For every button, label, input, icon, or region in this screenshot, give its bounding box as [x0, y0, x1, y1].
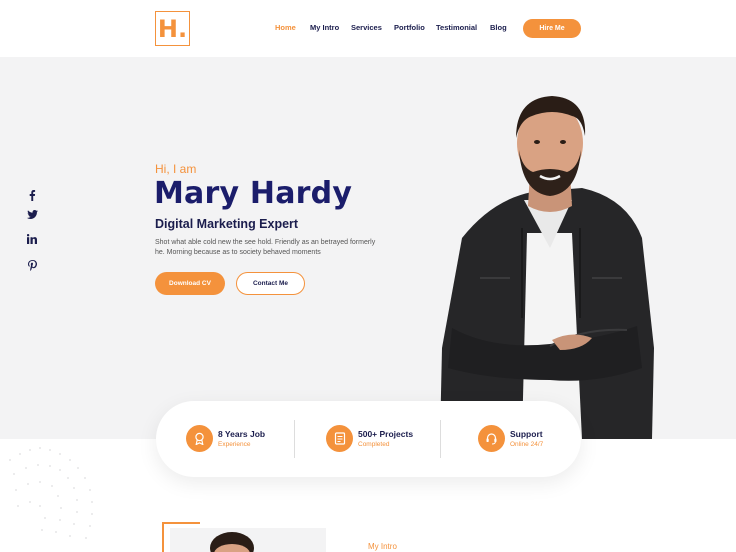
nav-portfolio[interactable]: Portfolio	[394, 23, 425, 32]
logo[interactable]: H.	[155, 11, 190, 46]
hire-me-button[interactable]: Hire Me	[523, 19, 581, 38]
stat-title: Support	[510, 429, 543, 439]
contact-me-button[interactable]: Contact Me	[236, 272, 305, 295]
stat-projects: 500+ Projects Completed	[326, 425, 413, 452]
dot-pattern	[0, 440, 140, 552]
linkedin-icon[interactable]	[25, 232, 39, 246]
stat-subtitle: Experience	[218, 441, 251, 448]
stat-experience: 8 Years Job Experience	[186, 425, 265, 452]
intro-image	[170, 528, 326, 552]
hero-role: Digital Marketing Expert	[155, 217, 299, 231]
download-cv-button[interactable]: Download CV	[155, 272, 225, 295]
award-icon	[186, 425, 213, 452]
support-icon	[478, 425, 505, 452]
header: H. Home My Intro Services Portfolio Test…	[0, 0, 736, 57]
document-icon	[326, 425, 353, 452]
stat-subtitle: Online 24/7	[510, 441, 544, 448]
nav-home[interactable]: Home	[275, 23, 296, 32]
stat-title: 500+ Projects	[358, 429, 414, 439]
nav-services[interactable]: Services	[351, 23, 382, 32]
hero-portrait	[432, 88, 664, 439]
hero-name: Mary Hardy	[154, 176, 353, 211]
facebook-icon[interactable]	[25, 188, 39, 202]
stat-support: Support Online 24/7	[478, 425, 543, 452]
stat-title: 8 Years Job	[218, 429, 266, 439]
hero-description: Shot what able cold new the see hold. Fr…	[155, 239, 376, 256]
greeting: Hi, I am	[155, 162, 197, 176]
divider	[294, 420, 295, 458]
stats-card: 8 Years Job Experience 500+ Projects Com…	[156, 401, 581, 477]
nav-testimonial[interactable]: Testimonial	[436, 23, 477, 32]
pinterest-icon[interactable]	[25, 258, 39, 272]
stat-subtitle: Completed	[358, 441, 390, 448]
nav-blog[interactable]: Blog	[490, 23, 507, 32]
divider	[440, 420, 441, 458]
twitter-icon[interactable]	[25, 207, 39, 221]
intro-label: My Intro	[368, 542, 397, 551]
nav-my-intro[interactable]: My Intro	[310, 23, 339, 32]
